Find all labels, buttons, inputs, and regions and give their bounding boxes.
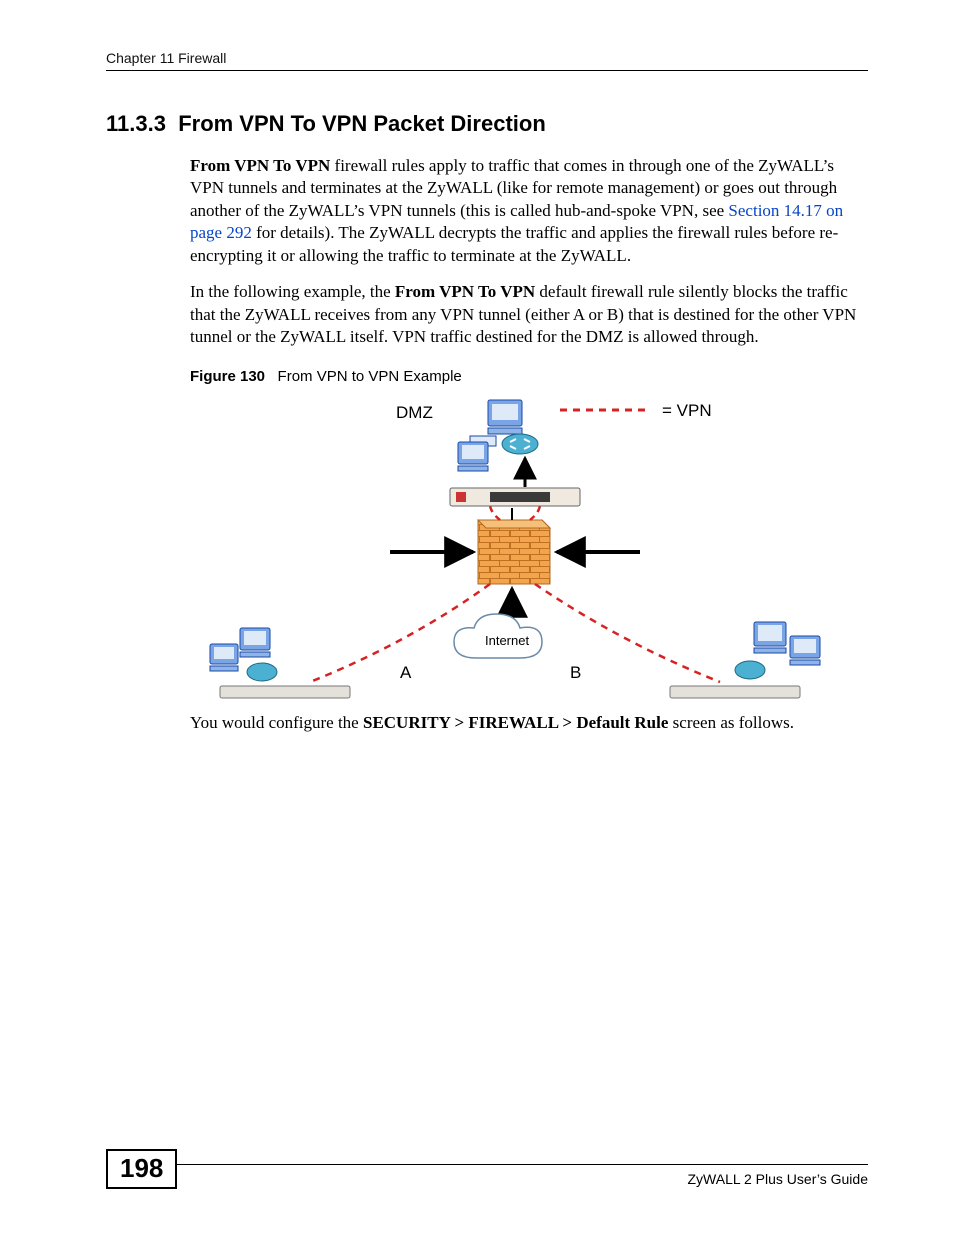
figure-caption: Figure 130 From VPN to VPN Example (190, 367, 868, 387)
para3-bold: SECURITY > FIREWALL > Default Rule (363, 713, 668, 732)
dmz-pc-2-icon (458, 442, 488, 471)
diagram-label-internet: Internet (485, 632, 529, 649)
para1-lead-bold: From VPN To VPN (190, 156, 330, 175)
paragraph-2: In the following example, the From VPN T… (190, 281, 868, 348)
para1-text-after-link: for details). The ZyWALL decrypts the tr… (190, 223, 838, 264)
diagram-label-dmz: DMZ (396, 402, 433, 424)
section-number: 11.3.3 (106, 111, 166, 136)
firewall-icon (478, 520, 550, 584)
remote-site-b-icon (670, 622, 820, 698)
para3-after-bold: screen as follows. (668, 713, 794, 732)
footer-guide-title: ZyWALL 2 Plus User’s Guide (687, 1171, 868, 1187)
diagram-label-vpn-legend: = VPN (662, 400, 712, 422)
dmz-router-icon (502, 434, 538, 454)
figure-caption-text: From VPN to VPN Example (278, 368, 462, 385)
diagram-svg (190, 392, 830, 712)
page-footer: 198 ZyWALL 2 Plus User’s Guide (106, 1164, 868, 1189)
paragraph-1: From VPN To VPN firewall rules apply to … (190, 155, 868, 267)
section-heading: 11.3.3 From VPN To VPN Packet Direction (106, 111, 868, 137)
diagram-label-a: A (400, 662, 411, 684)
page-number: 198 (106, 1149, 177, 1189)
zywall-appliance-icon (450, 488, 580, 506)
section-title: From VPN To VPN Packet Direction (178, 111, 546, 136)
para3-before-bold: You would configure the (190, 713, 363, 732)
para2-before-bold: In the following example, the (190, 282, 395, 301)
running-header: Chapter 11 Firewall (106, 50, 868, 71)
paragraph-3: You would configure the SECURITY > FIREW… (190, 712, 868, 734)
figure-diagram: DMZ = VPN Internet A B (190, 392, 830, 712)
remote-site-a-icon (210, 628, 350, 698)
para2-bold: From VPN To VPN (395, 282, 535, 301)
figure-caption-label: Figure 130 (190, 368, 265, 385)
diagram-label-b: B (570, 662, 581, 684)
